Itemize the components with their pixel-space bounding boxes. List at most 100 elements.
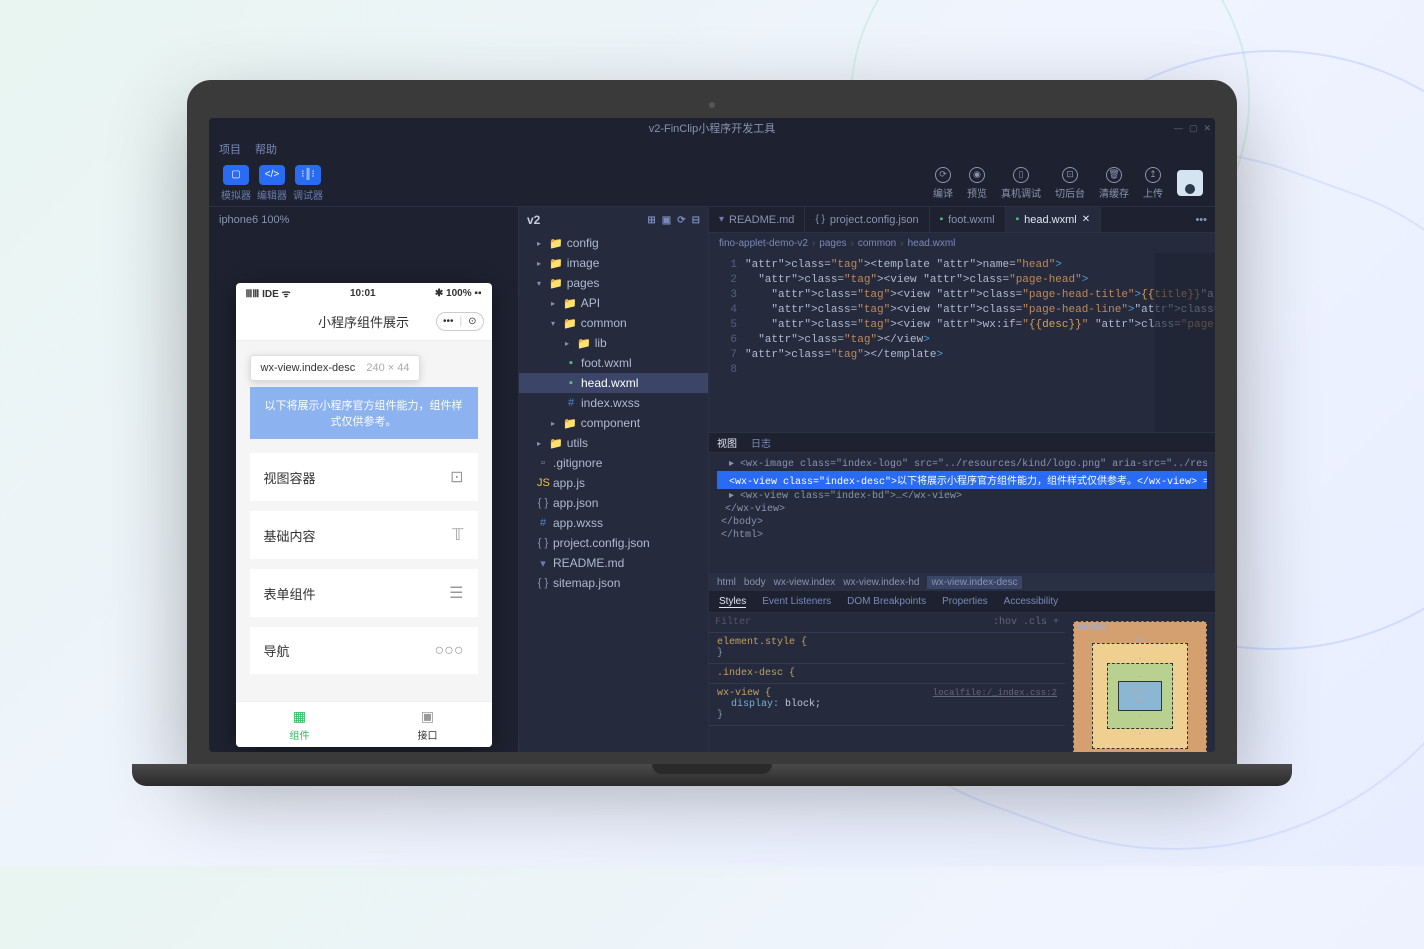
close-button[interactable]: ✕ (1203, 123, 1211, 134)
folder-node[interactable]: ▸📁lib (519, 333, 708, 353)
editor-tab[interactable]: ▪head.wxml✕ (1006, 207, 1102, 232)
menu-item[interactable]: 基础内容𝕋 (250, 511, 478, 559)
compile-button[interactable]: ⟳编译 (933, 167, 953, 200)
tabs-overflow[interactable]: ••• (1187, 207, 1215, 232)
devtools-tab[interactable]: Properties (942, 596, 988, 607)
tooltip-selector: wx-view.index-desc (261, 362, 356, 374)
menu-item-icon: ○○○ (435, 642, 464, 660)
file-node[interactable]: #app.wxss (519, 513, 708, 533)
file-node[interactable]: JSapp.js (519, 473, 708, 493)
remote-debug-button[interactable]: ▯真机调试 (1001, 167, 1041, 200)
tree-root-label[interactable]: v2 ⊞ ▣ ⟳ ⊟ (519, 207, 708, 233)
simulator-label: 模拟器 (221, 187, 251, 202)
style-rule[interactable]: wx-view {localfile:/_index.css:2display:… (709, 684, 1065, 726)
editor-tab[interactable]: ▾README.md (709, 207, 805, 232)
file-icon: # (537, 517, 549, 529)
file-node[interactable]: { }sitemap.json (519, 573, 708, 593)
refresh-icon[interactable]: ⟳ (677, 215, 685, 226)
folder-node[interactable]: ▾📁pages (519, 273, 708, 293)
editor-toggle[interactable]: </> (259, 165, 285, 185)
file-node[interactable]: ▪head.wxml (519, 373, 708, 393)
editor-tab[interactable]: { }project.config.json (805, 207, 929, 232)
element-node[interactable]: <wx-view class="index-desc">以下将展示小程序官方组件… (717, 471, 1207, 489)
element-node[interactable]: ▸ <wx-image class="index-logo" src="../r… (717, 457, 1207, 471)
breadcrumb-segment[interactable]: pages (819, 238, 846, 249)
file-node[interactable]: ▫.gitignore (519, 453, 708, 473)
style-rule[interactable]: .index-desc {</span></div><div class="dt… (709, 664, 1065, 684)
upload-button[interactable]: ↥上传 (1143, 167, 1163, 200)
devtools-tab[interactable]: Accessibility (1004, 596, 1058, 607)
crumb-segment[interactable]: wx-view.index (774, 577, 836, 588)
styles-panel[interactable]: Filter :hov .cls + element.style {}.inde… (709, 613, 1065, 752)
menu-item[interactable]: 视图容器⊡ (250, 453, 478, 501)
folder-node[interactable]: ▸📁image (519, 253, 708, 273)
menu-item[interactable]: 表单组件☰ (250, 569, 478, 617)
file-icon: # (565, 397, 577, 409)
chevron-icon: ▸ (537, 439, 545, 448)
folder-node[interactable]: ▸📁config (519, 233, 708, 253)
capsule-close[interactable]: ⊙ (468, 316, 476, 327)
devtools-tab[interactable]: Styles (719, 596, 746, 608)
box-model-content: 240 × 44 (1118, 681, 1162, 711)
folder-node[interactable]: ▸📁component (519, 413, 708, 433)
new-file-icon[interactable]: ⊞ (647, 215, 655, 226)
tab-api[interactable]: ▣接口 (364, 702, 492, 747)
element-node[interactable]: ▸ <wx-view class="index-bd">…</wx-view> (717, 489, 1207, 503)
crumb-segment[interactable]: body (744, 577, 766, 588)
subtab-log[interactable]: 日志 (751, 435, 771, 450)
folder-node[interactable]: ▾📁common (519, 313, 708, 333)
menu-help[interactable]: 帮助 (255, 141, 277, 157)
filter-toggles[interactable]: :hov .cls + (993, 617, 1059, 628)
chevron-icon: ▸ (565, 339, 573, 348)
remote-icon: ▯ (1013, 167, 1029, 183)
devtools-tab[interactable]: DOM Breakpoints (847, 596, 926, 607)
filter-input[interactable]: Filter (715, 617, 751, 628)
breadcrumb-segment[interactable]: head.wxml (908, 238, 956, 249)
laptop-base (132, 764, 1292, 786)
file-node[interactable]: ▪foot.wxml (519, 353, 708, 373)
file-node[interactable]: ▾README.md (519, 553, 708, 573)
elements-tree[interactable]: ▸ <wx-image class="index-logo" src="../r… (709, 453, 1215, 573)
folder-icon: 📁 (563, 417, 577, 430)
tab-components[interactable]: ▦组件 (236, 702, 364, 747)
file-node[interactable]: { }app.json (519, 493, 708, 513)
close-icon[interactable]: ✕ (1082, 214, 1090, 225)
collapse-icon[interactable]: ⊟ (692, 215, 700, 226)
style-rule[interactable]: element.style {} (709, 633, 1065, 664)
folder-node[interactable]: ▸📁API (519, 293, 708, 313)
new-folder-icon[interactable]: ▣ (662, 215, 671, 226)
crumb-segment[interactable]: wx-view.index-hd (843, 577, 919, 588)
chevron-icon: ▸ (537, 259, 545, 268)
breadcrumb-segment[interactable]: common (858, 238, 896, 249)
code-lines[interactable]: "attr">class="tag"><template "attr">name… (745, 253, 1215, 432)
minimize-button[interactable]: — (1174, 123, 1183, 134)
editor-tab[interactable]: ▪foot.wxml (930, 207, 1006, 232)
menu-item[interactable]: 导航○○○ (250, 627, 478, 674)
element-node[interactable]: </body> (717, 516, 1207, 529)
maximize-button[interactable]: ▢ (1189, 123, 1198, 134)
user-avatar[interactable] (1177, 170, 1203, 196)
capsule-more[interactable]: ••• (443, 316, 454, 327)
preview-button[interactable]: ◉预览 (967, 167, 987, 200)
phone-status-bar: ⅢⅢ IDE ᯤ 10:01 ✱ 100% ▪▪ (236, 283, 492, 303)
crumb-segment[interactable]: html (717, 577, 736, 588)
element-node[interactable]: </html> (717, 529, 1207, 542)
simulator-toggle[interactable]: ▢ (223, 165, 249, 185)
code-editor[interactable]: 12345678 "attr">class="tag"><template "a… (709, 253, 1215, 432)
device-label[interactable]: iphone6 100% (209, 207, 518, 233)
devtools-tab[interactable]: Event Listeners (762, 596, 831, 607)
file-icon: ▪ (940, 214, 944, 225)
clear-cache-button[interactable]: 🗑清缓存 (1099, 167, 1129, 200)
folder-node[interactable]: ▸📁utils (519, 433, 708, 453)
minimap[interactable] (1155, 253, 1215, 432)
file-node[interactable]: #index.wxss (519, 393, 708, 413)
file-node[interactable]: { }project.config.json (519, 533, 708, 553)
switch-bg-button[interactable]: ⊡切后台 (1055, 167, 1085, 200)
debugger-toggle[interactable]: ⁝║⁝ (295, 165, 321, 185)
subtab-view[interactable]: 视图 (717, 435, 737, 450)
element-node[interactable]: </wx-view> (717, 503, 1207, 516)
window-title: v2-FinClip小程序开发工具 (649, 120, 776, 136)
menu-project[interactable]: 项目 (219, 141, 241, 157)
breadcrumb-segment[interactable]: fino-applet-demo-v2 (719, 238, 808, 249)
crumb-segment[interactable]: wx-view.index-desc (927, 576, 1021, 589)
